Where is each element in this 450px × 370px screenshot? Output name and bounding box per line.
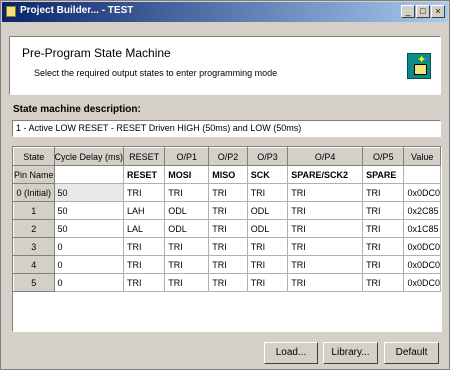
grid-cell[interactable]: TRI: [246, 237, 289, 256]
grid-cell[interactable]: TRI: [208, 273, 248, 292]
default-button[interactable]: Default: [384, 342, 439, 364]
project-builder-window: Project Builder... - TEST _ □ × Pre-Prog…: [0, 0, 450, 370]
grid-cell[interactable]: 50: [53, 183, 125, 202]
grid-cell[interactable]: TRI: [362, 237, 405, 256]
grid-cell[interactable]: TRI: [164, 255, 210, 274]
grid-cell[interactable]: TRI: [362, 273, 405, 292]
app-icon: [6, 6, 16, 17]
grid-cell[interactable]: TRI: [287, 183, 364, 202]
row-header[interactable]: 0 (Initial): [13, 183, 55, 202]
column-header[interactable]: O/P3: [246, 147, 289, 166]
grid-cell[interactable]: TRI: [287, 255, 364, 274]
grid-cell[interactable]: 0: [53, 237, 125, 256]
column-header[interactable]: O/P4: [287, 147, 364, 166]
state-machine-description-field[interactable]: 1 - Active LOW RESET - RESET Driven HIGH…: [12, 120, 441, 137]
column-header[interactable]: O/P1: [164, 147, 210, 166]
grid-cell[interactable]: TRI: [164, 237, 210, 256]
pin-name-cell: [53, 165, 125, 184]
state-row: 1 50 LAH ODL TRI ODL TRI TRI 0x2C85: [13, 201, 441, 220]
grid-cell[interactable]: TRI: [123, 237, 166, 256]
row-header[interactable]: 1: [13, 201, 55, 220]
header-panel: Pre-Program State Machine Select the req…: [9, 36, 441, 95]
close-button[interactable]: ×: [431, 5, 445, 18]
grid-cell[interactable]: 0x2C85: [403, 201, 441, 220]
state-grid: State Cycle Delay (ms) RESET O/P1 O/P2 O…: [12, 146, 442, 332]
grid-cell[interactable]: 0x0DC0: [403, 273, 441, 292]
grid-cell[interactable]: TRI: [246, 255, 289, 274]
minimize-button[interactable]: _: [401, 5, 415, 18]
library-button[interactable]: Library...: [323, 342, 378, 364]
grid-cell[interactable]: TRI: [208, 183, 248, 202]
grid-cell[interactable]: 50: [53, 219, 125, 238]
grid-header-row: State Cycle Delay (ms) RESET O/P1 O/P2 O…: [13, 147, 441, 166]
state-row: 5 0 TRI TRI TRI TRI TRI TRI 0x0DC0: [13, 273, 441, 292]
pin-name-cell: MISO: [208, 165, 248, 184]
row-header[interactable]: Pin Name: [13, 165, 55, 184]
grid-cell[interactable]: TRI: [164, 273, 210, 292]
grid-cell[interactable]: TRI: [123, 183, 166, 202]
grid-cell[interactable]: 0x0DC0: [403, 183, 441, 202]
column-header[interactable]: Value: [403, 147, 441, 166]
column-header[interactable]: O/P5: [362, 147, 405, 166]
grid-cell[interactable]: TRI: [287, 273, 364, 292]
page-subtitle: Select the required output states to ent…: [34, 68, 278, 78]
state-row: 3 0 TRI TRI TRI TRI TRI TRI 0x0DC0: [13, 237, 441, 256]
grid-cell[interactable]: TRI: [287, 201, 364, 220]
grid-cell[interactable]: 0x1C85: [403, 219, 441, 238]
pin-name-cell: SCK: [246, 165, 289, 184]
grid-cell[interactable]: 0x0DC0: [403, 255, 441, 274]
row-header[interactable]: 5: [13, 273, 55, 292]
grid-cell[interactable]: TRI: [208, 219, 248, 238]
page-title: Pre-Program State Machine: [22, 46, 171, 60]
state-row: 2 50 LAL ODL TRI ODL TRI TRI 0x1C85: [13, 219, 441, 238]
grid-cell[interactable]: 50: [53, 201, 125, 220]
grid-cell[interactable]: ODL: [246, 201, 289, 220]
grid-cell[interactable]: TRI: [123, 255, 166, 274]
grid-cell[interactable]: ODL: [246, 219, 289, 238]
state-machine-description-label: State machine description:: [13, 104, 141, 115]
row-header[interactable]: 3: [13, 237, 55, 256]
grid-cell[interactable]: ODL: [164, 201, 210, 220]
grid-cell[interactable]: TRI: [164, 183, 210, 202]
column-header[interactable]: State: [13, 147, 55, 166]
pin-name-cell: MOSI: [164, 165, 210, 184]
grid-cell[interactable]: TRI: [362, 219, 405, 238]
grid-cell[interactable]: TRI: [287, 237, 364, 256]
grid-cell[interactable]: LAH: [123, 201, 166, 220]
grid-cell[interactable]: TRI: [208, 255, 248, 274]
grid-cell[interactable]: TRI: [123, 273, 166, 292]
grid-cell[interactable]: 0x0DC0: [403, 237, 441, 256]
grid-cell[interactable]: TRI: [362, 255, 405, 274]
column-header[interactable]: O/P2: [208, 147, 248, 166]
grid-cell[interactable]: ODL: [164, 219, 210, 238]
column-header[interactable]: Cycle Delay (ms): [53, 147, 125, 166]
row-header[interactable]: 2: [13, 219, 55, 238]
pin-name-cell: SPARE: [362, 165, 405, 184]
state-row: 0 (Initial) 50 TRI TRI TRI TRI TRI TRI 0x0DC0: [13, 183, 441, 202]
chip-wizard-icon: ✦: [407, 53, 431, 79]
grid-cell[interactable]: TRI: [208, 237, 248, 256]
maximize-button[interactable]: □: [416, 5, 430, 18]
window-title: Project Builder... - TEST: [20, 5, 134, 16]
pin-name-cell: RESET: [123, 165, 166, 184]
grid-cell[interactable]: 0: [53, 273, 125, 292]
grid-cell[interactable]: TRI: [246, 273, 289, 292]
pin-name-row: Pin Name RESET MOSI MISO SCK SPARE/SCK2 …: [13, 165, 441, 184]
grid-cell[interactable]: 0: [53, 255, 125, 274]
grid-cell[interactable]: LAL: [123, 219, 166, 238]
load-button[interactable]: Load...: [264, 342, 318, 364]
pin-name-cell: SPARE/SCK2: [287, 165, 364, 184]
grid-cell[interactable]: TRI: [362, 201, 405, 220]
pin-name-cell: [403, 165, 441, 184]
grid-cell[interactable]: TRI: [208, 201, 248, 220]
grid-cell[interactable]: TRI: [362, 183, 405, 202]
title-bar[interactable]: Project Builder... - TEST _ □ ×: [2, 2, 448, 22]
column-header[interactable]: RESET: [123, 147, 166, 166]
grid-cell[interactable]: TRI: [287, 219, 364, 238]
row-header[interactable]: 4: [13, 255, 55, 274]
state-row: 4 0 TRI TRI TRI TRI TRI TRI 0x0DC0: [13, 255, 441, 274]
grid-cell[interactable]: TRI: [246, 183, 289, 202]
